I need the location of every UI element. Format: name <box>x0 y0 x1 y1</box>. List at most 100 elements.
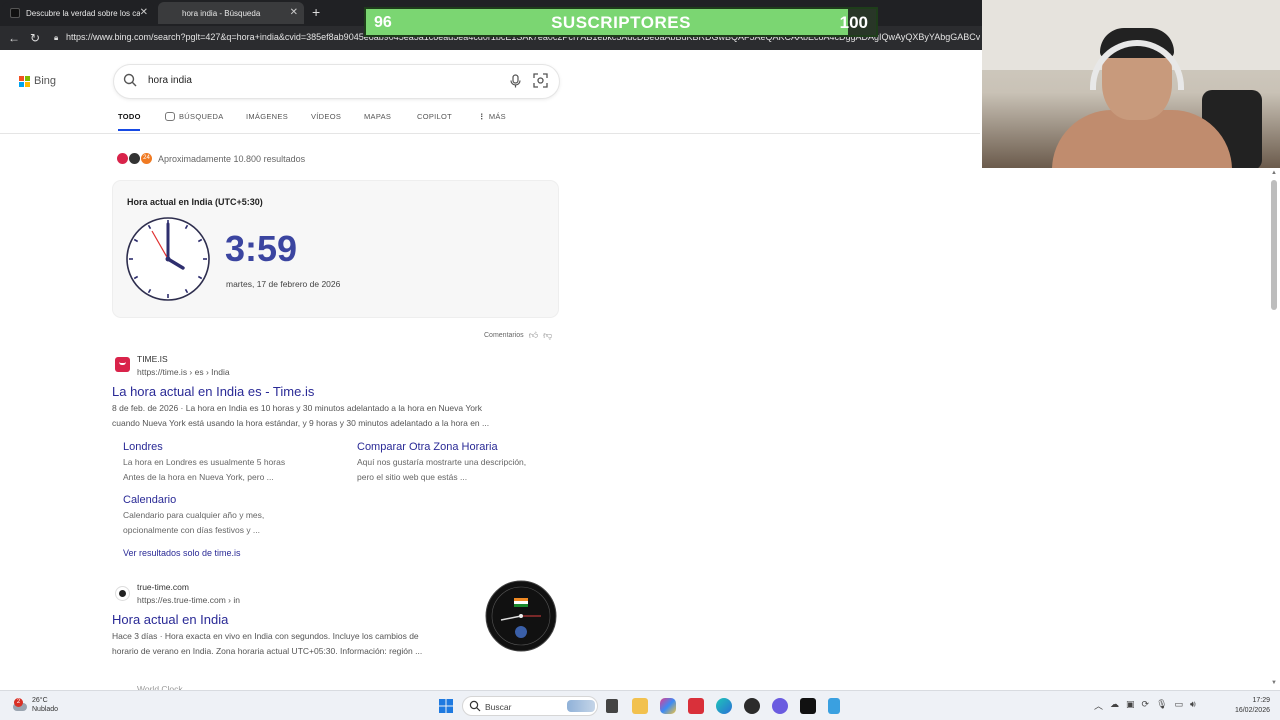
notepad-icon[interactable] <box>828 698 840 714</box>
timeis-favicon <box>115 357 130 372</box>
result-title-link[interactable]: Hora actual en India <box>112 612 228 627</box>
result-snippet: cuando Nueva York está usando la hora es… <box>112 418 490 428</box>
tab-label: hora india - Búsqueda <box>182 8 261 18</box>
tab-copilot[interactable]: COPILOT <box>417 112 452 121</box>
taskbar-clock[interactable]: 17:29 16/02/2026 <box>1226 696 1270 716</box>
task-view-icon[interactable] <box>606 699 618 713</box>
windows-start-icon[interactable] <box>438 698 454 714</box>
cloud-icon: 2 <box>12 698 28 712</box>
thumbs-down-icon[interactable]: 👎︎ <box>543 330 552 341</box>
tabs-divider <box>0 133 980 134</box>
current-date: martes, 17 de febrero de 2026 <box>226 279 341 289</box>
sublink-snippet: pero el sitio web que estás ... <box>357 472 468 482</box>
browser-tab-tiktok[interactable]: Descubre la verdad sobre los canil ✕ <box>2 2 154 24</box>
tiktok-icon <box>10 8 20 18</box>
result-url[interactable]: https://time.is › es › India <box>137 367 230 377</box>
tab-busqueda[interactable]: BÚSQUEDA <box>165 112 224 121</box>
tab-label: MÁS <box>488 112 506 121</box>
current-time: 3:59 <box>225 228 298 269</box>
discord-icon[interactable] <box>772 698 788 714</box>
page-scrollbar-thumb[interactable] <box>1271 180 1277 310</box>
search-box[interactable]: hora india <box>114 65 559 98</box>
sublink-snippet: Aquí nos gustaría mostrarte una descripc… <box>357 457 527 467</box>
volume-icon[interactable]: 🔊︎ <box>1190 699 1196 712</box>
result-count-text: Aproximadamente 10.800 resultados <box>158 153 306 164</box>
tab-imagenes[interactable]: IMÁGENES <box>246 112 288 121</box>
sublink-snippet: opcionalmente con días festivos y ... <box>123 525 261 535</box>
edge-icon[interactable] <box>716 698 732 714</box>
feedback-row: Comentarios 👍︎ 👎︎ <box>484 330 552 341</box>
result-title-link[interactable]: La hora actual en India es - Time.is <box>112 384 314 399</box>
new-tab-button[interactable]: + <box>312 4 320 20</box>
webcam-overlay <box>982 0 1280 168</box>
taskbar-time: 17:29 <box>1252 697 1270 704</box>
app-tray-icon[interactable]: ▣ <box>1126 699 1135 712</box>
visual-search-icon[interactable] <box>533 73 548 88</box>
feedback-label[interactable]: Comentarios <box>484 332 524 339</box>
result-site-name: TIME.IS <box>137 354 168 364</box>
close-tab-icon[interactable]: ✕ <box>290 7 298 18</box>
microphone-tray-icon[interactable]: 🎙︎ <box>1156 699 1167 712</box>
thumbs-up-icon[interactable]: 👍︎ <box>529 330 538 341</box>
search-input[interactable]: hora india <box>148 75 192 86</box>
taskbar-search[interactable]: Buscar <box>462 696 598 716</box>
sublink-comparar[interactable]: Comparar Otra Zona Horaria <box>357 441 498 453</box>
capcut-icon[interactable] <box>800 698 816 714</box>
sublink-snippet: La hora en Londres es usualmente 5 horas <box>123 457 286 467</box>
bing-tab-icon <box>166 8 176 18</box>
truetime-favicon <box>115 586 130 601</box>
network-icon[interactable]: ▭ <box>1175 699 1184 712</box>
weather-desc: Nublado <box>32 706 59 713</box>
scroll-down-icon[interactable]: ▼ <box>1271 680 1277 686</box>
chevron-up-icon[interactable]: ︿ <box>1094 699 1103 712</box>
result-count-row: 24 Aproximadamente 10.800 resultados <box>117 153 305 164</box>
sync-icon[interactable]: ⟳ <box>1142 699 1150 712</box>
india-clock-thumbnail[interactable] <box>485 580 557 652</box>
scroll-up-icon[interactable]: ▲ <box>1271 170 1277 176</box>
weather-temp: 26°C <box>32 697 48 704</box>
subscriber-goal-overlay: 96 SUSCRIPTORES 100 <box>364 7 878 37</box>
copilot-search-icon <box>165 112 175 121</box>
result-snippet: horario de verano en India. Zona horaria… <box>112 646 423 656</box>
lock-icon: 🔒︎ <box>54 33 59 42</box>
file-explorer-icon[interactable] <box>632 698 648 714</box>
active-tab-indicator <box>118 129 140 131</box>
bing-logo-text: Bing <box>34 75 57 87</box>
result-url[interactable]: https://es.true-time.com › in <box>137 595 240 605</box>
search-icon[interactable] <box>123 73 137 87</box>
tab-label: Descubre la verdad sobre los canil <box>26 8 140 18</box>
copilot-icon[interactable] <box>660 698 676 714</box>
windows-taskbar: 2 26°C Nublado Buscar ︿ ☁ ▣ ⟳ 🎙︎ ▭ 🔊︎ 17… <box>0 690 1280 720</box>
tab-mas[interactable]: ⋮ MÁS <box>478 112 506 121</box>
result-snippet: 8 de feb. de 2026 · La hora en India es … <box>112 403 483 413</box>
tab-label: BÚSQUEDA <box>179 112 224 121</box>
subscriber-label: SUSCRIPTORES <box>551 13 691 32</box>
onedrive-icon[interactable]: ☁ <box>1110 699 1119 712</box>
tab-videos[interactable]: VÍDEOS <box>311 112 341 121</box>
tab-todo[interactable]: TODO <box>118 112 141 121</box>
sublink-londres[interactable]: Londres <box>123 441 163 453</box>
time-card-title: Hora actual en India (UTC+5:30) <box>127 197 263 207</box>
microphone-icon[interactable] <box>510 74 521 88</box>
more-vertical-icon: ⋮ <box>478 112 486 121</box>
analog-clock-icon <box>126 217 210 301</box>
back-icon[interactable]: ← <box>8 31 20 45</box>
browser-tab-bing[interactable]: hora india - Búsqueda ✕ <box>158 2 304 24</box>
result-site-name: true-time.com <box>137 582 189 592</box>
sublink-calendario[interactable]: Calendario <box>123 494 176 506</box>
subscriber-goal-count: 100 <box>839 13 868 32</box>
sublink-snippet: Calendario para cualquier año y mes, <box>123 510 265 520</box>
system-tray: ︿ ☁ ▣ ⟳ 🎙︎ ▭ 🔊︎ <box>1094 699 1196 712</box>
reload-icon[interactable]: ↻ <box>30 31 40 45</box>
result-snippet: Hace 3 días · Hora exacta en vivo en Ind… <box>112 631 419 641</box>
wps-icon[interactable] <box>688 698 704 714</box>
taskbar-search-label: Buscar <box>485 702 512 712</box>
weather-widget[interactable]: 2 26°C Nublado <box>12 696 58 714</box>
close-tab-icon[interactable]: ✕ <box>140 7 148 18</box>
site-badge: 24 <box>141 153 152 164</box>
bing-logo[interactable]: Bing <box>19 75 56 87</box>
time-answer-card: Hora actual en India (UTC+5:30) 3:59 mar… <box>113 181 558 317</box>
tab-mapas[interactable]: MAPAS <box>364 112 391 121</box>
more-from-site-link[interactable]: Ver resultados solo de time.is <box>123 548 241 558</box>
chatgpt-icon[interactable] <box>744 698 760 714</box>
